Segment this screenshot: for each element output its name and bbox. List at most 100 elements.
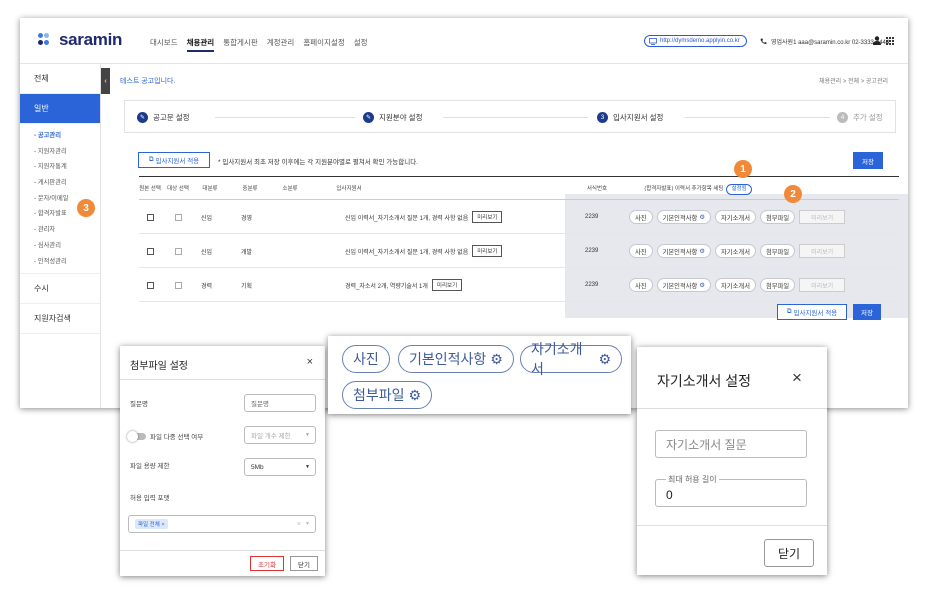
origin-checkbox[interactable] [147,213,154,221]
gear-icon[interactable]: ⚙ [490,351,503,368]
close-button[interactable]: 닫기 [764,539,814,567]
th-form-no: 서식번호 [586,185,608,192]
configured-badge[interactable]: 설정됨 [726,183,752,195]
dialog-title: 첨부파일 설정 [130,361,188,372]
cell-major: 경력 [201,283,213,290]
clear-icon[interactable]: × [297,521,301,528]
format-multiselect[interactable]: 파일 전체 × × ▼ [128,515,316,533]
multi-select-toggle[interactable] [127,431,146,442]
sidebar-sub-review[interactable]: - 심사관리 [34,238,100,254]
item-chips: 사진 기본인적사항 ⚙ 자기소개서 첨부파일 미리보기 [629,234,846,268]
origin-checkbox[interactable] [147,247,154,255]
apply-form-button-bottom[interactable]: ⧉ 입사지원서 적용 [777,304,847,320]
gear-icon[interactable]: ⚙ [409,387,422,404]
step-application-form[interactable]: 3 입사지원서 설정 [597,101,663,134]
close-icon[interactable]: × [307,356,313,368]
chip-basic-info[interactable]: 기본인적사항 ⚙ [656,210,712,224]
chip-self-intro-large[interactable]: 자기소개서 ⚙ [520,341,622,377]
caret-down-icon: ▼ [305,464,310,470]
nav-homepage[interactable]: 홈페이지설정 [303,37,344,52]
sidebar-sub-stats[interactable]: - 지원자통계 [34,159,100,175]
chip-attachment[interactable]: 첨부파일 [759,244,796,258]
question-name-input[interactable]: 질문명 [244,394,316,412]
th-middle: 중분류 [242,185,258,192]
step-label: 지원분야 설정 [379,113,423,122]
contact-info: 영업사원1 aaa@saramin.co.kr 02-3333-4444 [760,37,889,46]
apply-form-button-top[interactable]: ⧉ 입사지원서 적용 [138,152,210,168]
step-line [685,117,830,118]
sidebar-item-general[interactable]: 일반 [20,94,100,124]
chip-self-intro[interactable]: 자기소개서 [715,244,756,258]
close-icon[interactable]: × [161,522,164,528]
homepage-url-button[interactable]: http://dymsdemo.applyin.co.kr [644,35,747,47]
nav-account[interactable]: 계정관리 [267,37,295,52]
preview-button[interactable]: 미리보기 [472,211,503,223]
chip-basic-info-large[interactable]: 기본인적사항 ⚙ [398,345,514,373]
sidebar-sub-posting[interactable]: - 공고관리 [34,128,100,144]
preview-button[interactable]: 미리보기 [472,245,503,257]
chip-photo[interactable]: 사진 [629,278,653,292]
apps-grid-icon[interactable] [886,37,894,45]
sidebar-sub-applicants[interactable]: - 지원자관리 [34,144,100,160]
chip-basic-info[interactable]: 기본인적사항 ⚙ [656,278,712,292]
save-button-bottom[interactable]: 저장 [853,304,881,320]
gear-icon[interactable]: ⚙ [699,282,705,289]
homepage-url: http://dymsdemo.applyin.co.kr [660,38,740,44]
table-row: 경력 기획 경력_자소서 2개, 역량기술서 1개 미리보기 2239 사진 기… [139,268,899,302]
chip-attachment[interactable]: 첨부파일 [759,210,796,224]
th-target: 대상 선택 [167,185,189,192]
chip-self-intro[interactable]: 자기소개서 [715,210,756,224]
file-count-select[interactable]: 파일 개수 제한 ▼ [244,426,316,444]
item-chips: 사진 기본인적사항 ⚙ 자기소개서 첨부파일 미리보기 [629,200,846,234]
preview-button-disabled: 미리보기 [799,210,846,224]
target-checkbox[interactable] [175,213,182,221]
format-tag[interactable]: 파일 전체 × [135,519,168,529]
step-additional[interactable]: 4 추가 설정 [837,101,883,134]
sidebar-sub-aptitude[interactable]: - 인적성관리 [34,254,100,270]
sidebar-item-applicant-search[interactable]: 지원자검색 [20,304,100,335]
step-bar: ✎ 공고문 설정 ✎ 지원분야 설정 3 입사지원서 설정 4 추가 설정 [124,100,896,133]
gear-icon[interactable]: ⚙ [699,248,705,255]
chip-self-intro[interactable]: 자기소개서 [715,278,756,292]
question-input[interactable]: 자기소개서 질문 [655,430,807,458]
phone-icon [760,38,767,45]
chevron-left-icon: ‹ [104,77,107,85]
cell-form-no: 2239 [585,248,599,254]
pencil-icon: ✎ [363,112,374,123]
nav-recruit[interactable]: 채용관리 [186,37,215,52]
chip-photo[interactable]: 사진 [629,210,653,224]
nav-settings[interactable]: 설정 [354,37,368,52]
sidebar-item-all[interactable]: 전체 [20,64,100,94]
chip-attachment-large[interactable]: 첨부파일 ⚙ [342,381,433,409]
item-chips: 사진 기본인적사항 ⚙ 자기소개서 첨부파일 미리보기 [629,268,846,302]
gear-icon[interactable]: ⚙ [598,351,611,368]
origin-checkbox[interactable] [147,281,154,289]
sidebar-item-occasional[interactable]: 수시 [20,274,100,305]
sidebar-sub-board[interactable]: - 게시판관리 [34,175,100,191]
save-button-top[interactable]: 저장 [853,152,883,169]
chip-attachment[interactable]: 첨부파일 [759,278,796,292]
th-extra: (합격자발표) 이력서 추가항목 세팅 설정됨 [623,177,773,201]
target-checkbox[interactable] [175,247,182,255]
user-icon[interactable] [873,36,881,45]
target-checkbox[interactable] [175,281,182,289]
chip-basic-info[interactable]: 기본인적사항 ⚙ [656,244,712,258]
nav-board[interactable]: 통합게시판 [223,37,258,52]
preview-button[interactable]: 미리보기 [431,279,463,291]
nav-dashboard[interactable]: 대시보드 [150,37,178,52]
sidebar-sub-admin[interactable]: - 관리자 [34,222,100,238]
file-size-select[interactable]: 5Mb ▼ [244,458,316,476]
step-posting[interactable]: ✎ 공고문 설정 [137,101,190,134]
gear-icon[interactable]: ⚙ [699,214,705,221]
close-icon[interactable]: × [792,368,802,388]
close-button[interactable]: 닫기 [290,556,318,571]
step-field[interactable]: ✎ 지원분야 설정 [363,101,422,134]
sidebar-collapse-button[interactable]: ‹ [101,68,110,94]
reset-button[interactable]: 초기화 [250,556,284,571]
chip-photo-large[interactable]: 사진 [342,345,390,373]
max-length-input[interactable]: 최대 허용 길이 0 [655,474,807,507]
chip-photo[interactable]: 사진 [629,244,653,258]
max-length-value: 0 [666,488,673,502]
saramin-logo[interactable]: saramin [38,30,122,50]
max-length-label: 최대 허용 길이 [666,474,719,485]
